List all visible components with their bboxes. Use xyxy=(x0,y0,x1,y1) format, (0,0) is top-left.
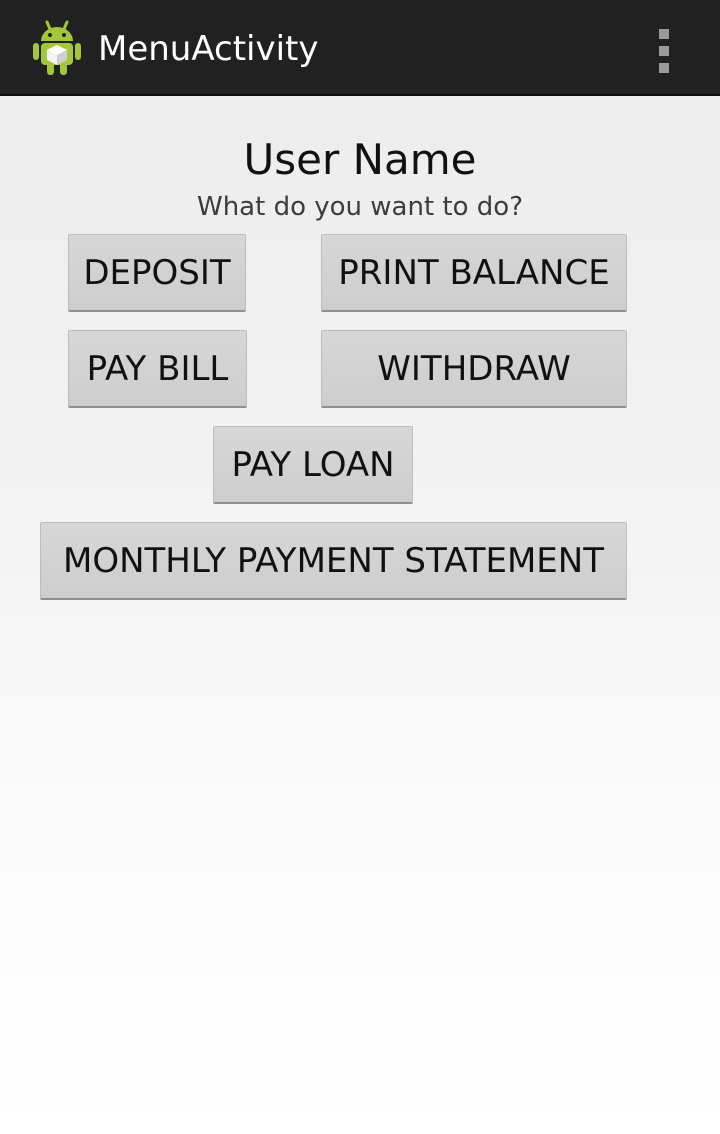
user-name-heading: User Name xyxy=(243,135,477,184)
pay-bill-button[interactable]: PAY BILL xyxy=(68,330,247,408)
monthly-payment-statement-button[interactable]: MONTHLY PAYMENT STATEMENT xyxy=(40,522,627,600)
withdraw-button[interactable]: WITHDRAW xyxy=(321,330,627,408)
android-robot-icon[interactable] xyxy=(32,19,82,77)
app-title: MenuActivity xyxy=(98,29,319,69)
pay-loan-button[interactable]: PAY LOAN xyxy=(213,426,413,504)
deposit-button[interactable]: DEPOSIT xyxy=(68,234,246,312)
overflow-dot xyxy=(659,46,669,56)
overflow-dot xyxy=(659,29,669,39)
action-bar: MenuActivity xyxy=(0,0,720,96)
prompt-text: What do you want to do? xyxy=(196,192,523,222)
overflow-dot xyxy=(659,63,669,73)
print-balance-button[interactable]: PRINT BALANCE xyxy=(321,234,627,312)
overflow-menu-icon[interactable] xyxy=(648,24,680,73)
